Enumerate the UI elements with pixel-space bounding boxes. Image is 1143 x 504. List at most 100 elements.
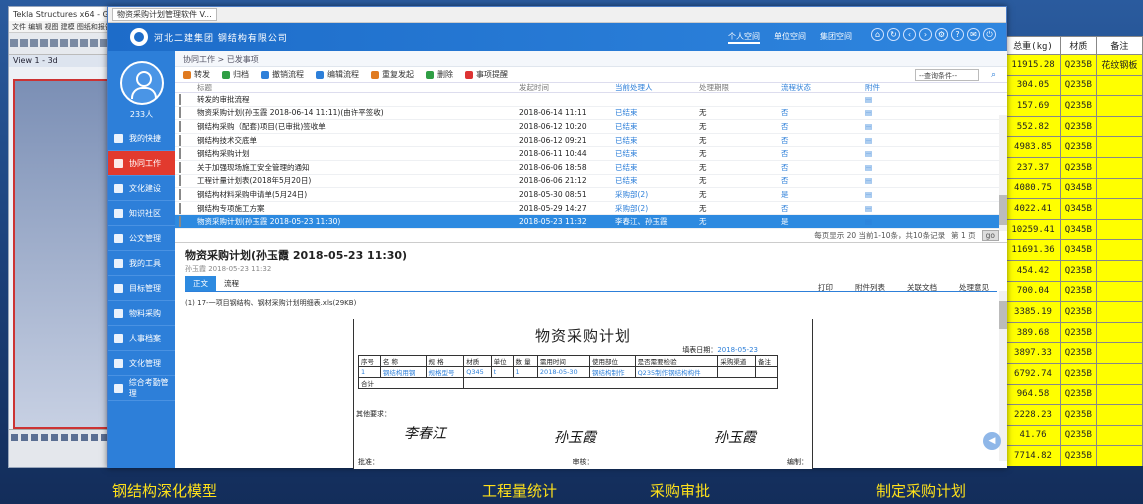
sheet-cell[interactable] [1095,259,1143,282]
detail-action-1[interactable]: 附件列表 [847,280,893,295]
nav-1[interactable]: 单位空间 [774,31,806,44]
sidebar-item-10[interactable]: 综合考勤管理 [108,376,175,401]
sheet-cell[interactable]: Q235B [1060,321,1097,344]
row-checkbox[interactable] [179,161,181,173]
sheet-cell[interactable]: 237.37 [1005,156,1061,179]
window-tab[interactable]: 物资采购计划管理软件 V... [112,8,217,21]
sheet-cell[interactable]: Q235B [1060,95,1097,117]
sheet-cell[interactable]: 41.76 [1005,424,1061,447]
sheet-cell[interactable]: 4080.75 [1005,177,1061,200]
sidebar-item-2[interactable]: 文化建设 [108,176,175,201]
table-row[interactable]: 工程计量计划表(2018年5月20日) 2018-06-06 21:12 已结束 无 否… [175,175,1007,189]
table-row[interactable]: 钢结构采购计划 2018-06-11 10:44 已结束 无 否 ▤ [175,147,1007,161]
sheet-cell[interactable]: 4022.41 [1005,198,1061,220]
sheet-cell[interactable]: 2228.23 [1005,404,1061,426]
mail-icon[interactable]: ✉ [967,28,980,41]
sheet-cell[interactable] [1095,321,1143,344]
row-checkbox[interactable] [179,120,181,132]
toolbar-button-3[interactable]: 编辑流程 [316,69,359,80]
attachment-icon[interactable]: ▤ [865,176,925,185]
toolbar-button-6[interactable]: 事项提醒 [465,69,508,80]
home-icon[interactable]: ⌂ [871,28,884,41]
grid-scrollbar[interactable] [999,115,1007,231]
detail-action-3[interactable]: 处理意见 [951,280,997,295]
sheet-cell[interactable] [1095,301,1143,323]
sheet-cell[interactable]: 4983.85 [1005,136,1061,158]
pager-page[interactable]: 第 1 页 [951,230,976,241]
sheet-cell[interactable] [1095,404,1143,426]
sheet-cell[interactable]: Q235B [1060,156,1097,179]
sheet-cell[interactable] [1095,362,1143,385]
search-icon[interactable]: ⌕ [991,70,1001,80]
sheet-cell[interactable] [1095,424,1143,447]
detail-scrollbar[interactable] [999,291,1007,461]
sheet-cell[interactable] [1095,177,1143,200]
attachment-icon[interactable]: ▤ [865,217,925,226]
sheet-cell[interactable]: 3385.19 [1005,301,1061,323]
sidebar-item-4[interactable]: 公文管理 [108,226,175,251]
row-checkbox[interactable] [179,216,181,228]
avatar[interactable] [119,61,164,105]
sheet-cell[interactable]: Q235B [1060,280,1097,303]
sheet-cell[interactable]: Q235B [1060,136,1097,158]
sidebar-item-7[interactable]: 物料采购 [108,301,175,326]
sidebar-item-8[interactable]: 人事档案 [108,326,175,351]
sheet-cell[interactable]: Q235B [1060,259,1097,282]
row-checkbox[interactable] [179,93,181,105]
sidebar-item-1[interactable]: 协同工作 [108,151,175,176]
toolbar-button-5[interactable]: 删除 [426,69,453,80]
sheet-cell[interactable]: 700.04 [1005,280,1061,303]
table-row[interactable]: 物资采购计划(孙玉霞 2018-06-14 11:11)(由许平签收) 2018-… [175,107,1007,121]
table-row[interactable]: 物资采购计划(孙玉霞 2018-05-23 11:30) 2018-05-23 1… [175,215,1007,229]
sheet-cell[interactable]: 304.05 [1005,74,1061,97]
attachment-link[interactable]: (1) 17-一项目钢结构、钢材采购计划明细表.xls(29KB) [175,292,1007,314]
sheet-cell[interactable]: 11915.28 [1005,54,1061,76]
table-row[interactable]: 钢结构技术交底单 2018-06-12 09:21 已结束 无 否 ▤ [175,134,1007,148]
toolbar-button-4[interactable]: 重复发起 [371,69,414,80]
sheet-cell[interactable]: Q345B [1060,239,1097,261]
sheet-cell[interactable] [1095,342,1143,364]
sheet-cell[interactable]: Q235B [1060,404,1097,426]
table-row[interactable]: 转发的审批流程 ▤ [175,93,1007,107]
table-row[interactable]: 钢结构材料采购申请单(5月24日) 2018-05-30 08:51 采购部(2) 无… [175,188,1007,202]
nav-2[interactable]: 集团空间 [820,31,852,44]
attachment-icon[interactable]: ▤ [865,136,925,145]
nav-0[interactable]: 个人空间 [728,31,760,44]
grid-head-cell[interactable]: 附件 [865,82,925,93]
sheet-cell[interactable]: 389.68 [1005,321,1061,344]
attachment-icon[interactable]: ▤ [865,149,925,158]
sheet-cell[interactable]: Q235B [1060,342,1097,364]
attachment-icon[interactable]: ▤ [865,108,925,117]
sheet-cell[interactable]: Q235B [1060,54,1097,76]
attachment-icon[interactable]: ▤ [865,122,925,131]
grid-head-cell[interactable]: 发起时间 [519,82,615,93]
tab-flow[interactable]: 流程 [216,276,247,291]
sheet-cell[interactable]: 454.42 [1005,259,1061,282]
sheet-cell[interactable] [1095,383,1143,406]
table-row[interactable]: 钢结构采购（配套)项目(已审批)签收单 2018-06-12 10:20 已结束 无 否… [175,120,1007,134]
sheet-cell[interactable] [1095,136,1143,158]
sheet-cell[interactable]: 3897.33 [1005,342,1061,364]
grid-head-cell[interactable]: 标题 [189,82,519,93]
settings-icon[interactable]: ⚙ [935,28,948,41]
sheet-cell[interactable]: Q235B [1060,362,1097,385]
sheet-cell[interactable]: Q345B [1060,177,1097,200]
sidebar-item-6[interactable]: 目标管理 [108,276,175,301]
sheet-cell[interactable] [1095,115,1143,138]
sheet-cell[interactable]: 157.69 [1005,95,1061,117]
sheet-cell[interactable]: 11691.36 [1005,239,1061,261]
sheet-cell[interactable] [1095,198,1143,220]
tab-body[interactable]: 正文 [185,275,216,291]
sheet-cell[interactable] [1095,280,1143,303]
sheet-cell[interactable]: Q235B [1060,301,1097,323]
attachment-icon[interactable]: ▤ [865,95,925,104]
grid-head-cell[interactable]: 处理期限 [699,82,781,93]
attachment-icon[interactable]: ▤ [865,163,925,172]
sidebar-item-3[interactable]: 知识社区 [108,201,175,226]
sheet-cell[interactable]: Q235B [1060,424,1097,447]
back-icon[interactable]: ‹ [903,28,916,41]
sheet-cell[interactable] [1095,95,1143,117]
detail-action-0[interactable]: 打印 [810,280,841,295]
toolbar-button-2[interactable]: 撤销流程 [261,69,304,80]
sheet-cell[interactable]: Q235B [1060,383,1097,406]
